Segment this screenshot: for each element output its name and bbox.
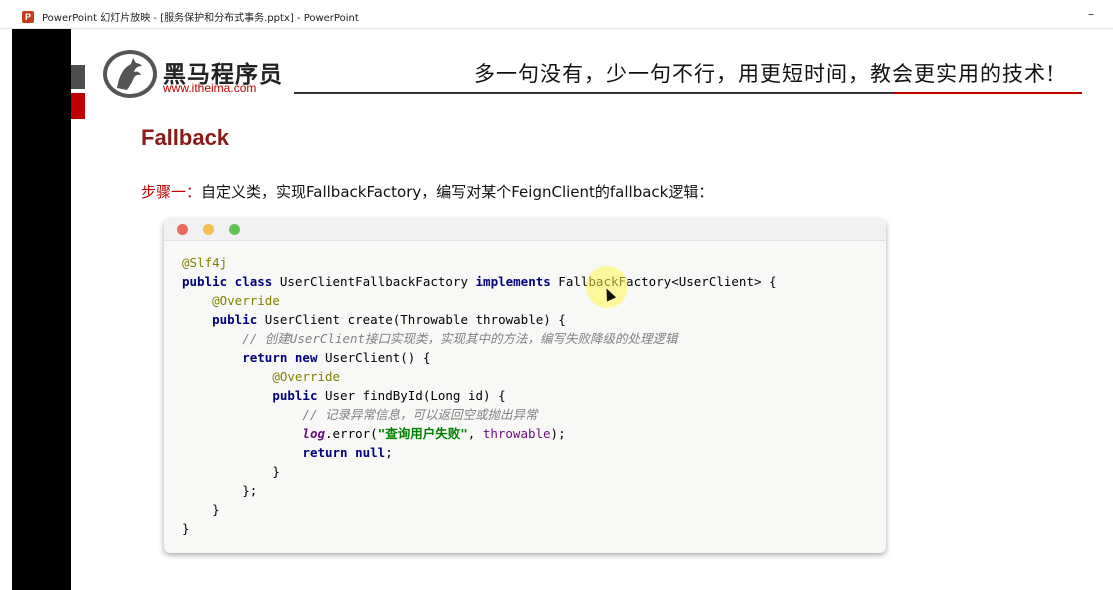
- slide-decor-gray-block: [71, 65, 85, 89]
- code-field: log: [302, 426, 325, 441]
- slide-heading: Fallback: [141, 125, 230, 150]
- code-comment: // 记录异常信息，可以返回空或抛出异常: [302, 407, 538, 422]
- code-brace: };: [242, 483, 258, 498]
- slogan: 多一句没有，少一句不行，用更短时间，教会更实用的技术!: [474, 62, 1056, 86]
- window-title-bar: P PowerPoint 幻灯片放映 - [服务保护和分布式事务.pptx] -…: [0, 0, 1113, 29]
- powerpoint-icon: P: [22, 11, 34, 23]
- step-label: 步骤一：: [141, 183, 202, 201]
- code-keyword: null: [355, 445, 386, 460]
- code-keyword: public class: [182, 274, 273, 289]
- step-description: 步骤一：自定义类，实现FallbackFactory，编写对某个FeignCli…: [141, 181, 713, 202]
- code-window: @Slf4j public class UserClientFallbackFa…: [164, 219, 886, 553]
- logo-url: www.itheima.com: [163, 81, 257, 95]
- code-text: );: [550, 426, 566, 441]
- code-text: ;: [385, 445, 393, 460]
- code-block: @Slf4j public class UserClientFallbackFa…: [182, 253, 777, 538]
- code-text: UserClient() {: [317, 350, 431, 365]
- code-window-titlebar: [164, 219, 886, 241]
- slide-decor-red-block: [71, 93, 85, 119]
- code-text: User findById(Long id) {: [317, 388, 506, 403]
- code-text: UserClientFallbackFactory: [272, 274, 476, 289]
- code-brace: }: [212, 502, 220, 517]
- slideshow-left-margin: [12, 29, 71, 590]
- code-keyword: public: [212, 312, 258, 327]
- header-divider: [294, 92, 894, 94]
- code-keyword: implements: [475, 274, 551, 289]
- screen-edge: [0, 29, 12, 590]
- minimize-button[interactable]: –: [1081, 6, 1101, 22]
- code-brace: }: [182, 521, 190, 536]
- code-text: FallbackFactory<UserClient> {: [550, 274, 777, 289]
- maximize-dot-icon: [229, 224, 240, 235]
- code-text: UserClient create(Throwable throwable) {: [257, 312, 566, 327]
- code-annotation: @Override: [272, 369, 341, 384]
- code-keyword: new: [294, 350, 318, 365]
- minimize-dot-icon: [203, 224, 214, 235]
- code-text: ,: [467, 426, 483, 441]
- code-brace: }: [272, 464, 280, 479]
- code-param: throwable: [482, 426, 551, 441]
- close-dot-icon: [177, 224, 188, 235]
- header-divider-accent: [894, 92, 1082, 94]
- window-title: PowerPoint 幻灯片放映 - [服务保护和分布式事务.pptx] - P…: [42, 13, 359, 24]
- code-line: @Slf4j: [182, 255, 228, 270]
- code-annotation: @Override: [212, 293, 280, 308]
- code-keyword: return: [302, 445, 348, 460]
- step-text: 自定义类，实现FallbackFactory，编写对某个FeignClient的…: [201, 183, 714, 201]
- code-text: .error(: [325, 426, 378, 441]
- horse-logo-icon: [103, 50, 157, 98]
- code-comment: // 创建UserClient接口实现类，实现其中的方法，编写失败降级的处理逻辑: [242, 331, 678, 346]
- code-keyword: public: [272, 388, 318, 403]
- code-string: "查询用户失败": [377, 426, 468, 441]
- code-keyword: return: [242, 350, 288, 365]
